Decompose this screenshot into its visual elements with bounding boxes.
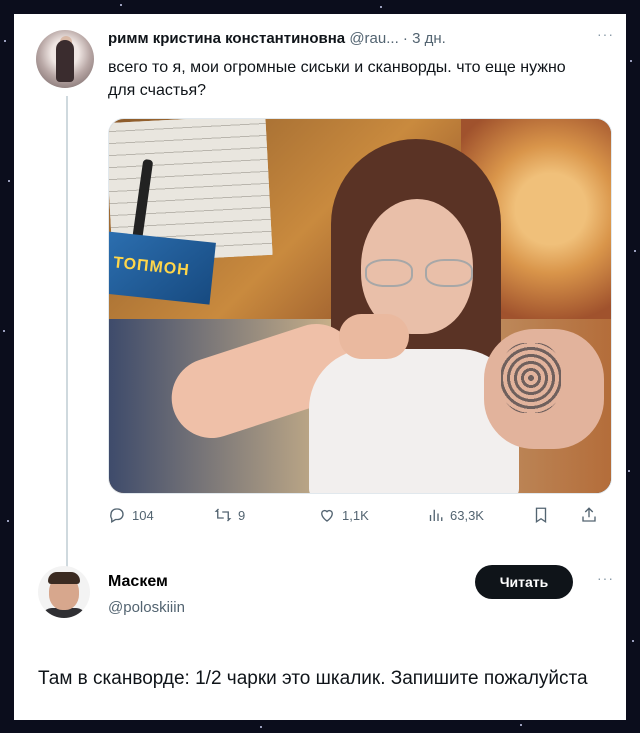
reply-author: Маскем: [108, 573, 168, 591]
book-cover: ТОПМОН: [109, 231, 216, 305]
reply-count: 104: [132, 507, 154, 523]
reply-icon: [110, 508, 124, 523]
repost-icon: [214, 508, 232, 522]
more-icon[interactable]: ···: [597, 26, 614, 42]
bookmark-icon: [535, 507, 547, 524]
author-avatar[interactable]: [36, 30, 94, 88]
repost-count: 9: [238, 507, 246, 523]
heart-icon: [321, 509, 333, 522]
reply-author-name[interactable]: Маскем: [108, 573, 168, 590]
tweet-text: всего то я, мои огромные сиськи и сканво…: [108, 59, 566, 99]
views-count: 63,3K: [450, 507, 484, 523]
tweet-actions: 104 9 1,1K 63,3K: [108, 506, 618, 526]
author-handle[interactable]: @rau...: [349, 30, 398, 47]
book-title: ТОПМОН: [112, 254, 191, 280]
reply-button[interactable]: 104: [108, 506, 154, 524]
author-name[interactable]: римм кристина константиновна: [108, 30, 345, 47]
share-icon: [582, 507, 596, 522]
more-icon[interactable]: ···: [597, 570, 614, 586]
follow-button[interactable]: Читать: [475, 565, 573, 599]
views-button[interactable]: 63,3K: [426, 506, 484, 524]
tweet-card: римм кристина константиновна @rau... · 3…: [14, 14, 626, 720]
repost-button[interactable]: 9: [214, 506, 245, 524]
tweet-time[interactable]: · 3 дн.: [403, 30, 446, 47]
bookmark-button[interactable]: [532, 506, 550, 524]
tweet-header: римм кристина константиновна @rau... · 3…: [108, 30, 616, 47]
thread-line: [66, 96, 68, 570]
like-button[interactable]: 1,1K: [318, 506, 369, 524]
bar-chart-icon: [429, 509, 443, 521]
tweet-photo[interactable]: ТОПМОН: [108, 118, 612, 494]
reply-text: Там в сканворде: 1/2 чарки это шкалик. З…: [38, 668, 588, 689]
reply-author-handle[interactable]: @poloskiiin: [108, 599, 185, 616]
reply-author-avatar[interactable]: [38, 566, 90, 618]
like-count: 1,1K: [342, 507, 369, 523]
share-button[interactable]: [580, 506, 598, 524]
